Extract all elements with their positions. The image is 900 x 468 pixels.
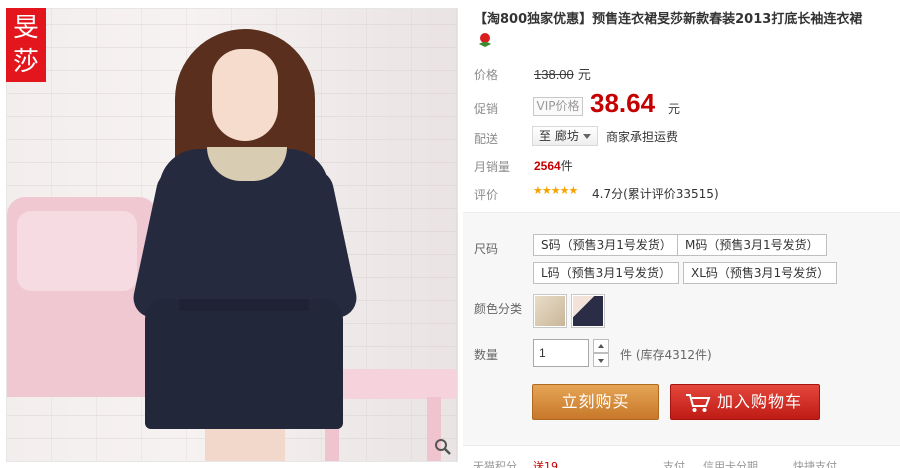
- size-option-s[interactable]: S码（预售3月1号发货）: [533, 234, 680, 256]
- buy-now-button[interactable]: 立刻购买: [532, 384, 659, 420]
- rating-summary-link[interactable]: 4.7分(累计评价33515): [592, 185, 719, 202]
- vip-price-tag: VIP价格: [533, 97, 583, 116]
- add-to-cart-button[interactable]: 加入购物车: [670, 384, 820, 420]
- review-label: 评价: [474, 188, 499, 202]
- size-option-xl[interactable]: XL码（预售3月1号发货）: [683, 262, 838, 284]
- shipping-note: 商家承担运费: [606, 130, 679, 144]
- product-image[interactable]: [6, 8, 458, 462]
- price-label: 价格: [474, 68, 499, 82]
- size-label: 尺码: [474, 242, 499, 256]
- model-dress: [145, 149, 343, 429]
- service-info-strip: 天猫积分 送19 支付 信用卡分期 快捷支付: [473, 460, 837, 468]
- color-label: 颜色分类: [474, 302, 523, 316]
- rose-icon: [479, 33, 491, 47]
- color-swatch-navy[interactable]: [571, 294, 605, 328]
- star-rating-icon: ★★★★★: [533, 184, 578, 197]
- brand-logo: 旻莎: [6, 8, 46, 82]
- monthly-sales-label: 月销量: [474, 160, 511, 174]
- quantity-decrease-button[interactable]: [593, 353, 609, 367]
- size-option-l[interactable]: L码（预售3月1号发货）: [533, 262, 679, 284]
- sale-price: 38.64: [590, 88, 656, 118]
- chevron-down-icon: [583, 134, 591, 139]
- model-face: [212, 49, 278, 141]
- color-swatch-beige[interactable]: [533, 294, 567, 328]
- size-option-m[interactable]: M码（预售3月1号发货）: [677, 234, 827, 256]
- monthly-sales-count: 2564件: [534, 159, 573, 173]
- cart-icon: [686, 394, 711, 412]
- quantity-label: 数量: [474, 348, 499, 362]
- shipping-destination-select[interactable]: 至 廊坊: [532, 126, 598, 146]
- arrow-up-icon: [598, 344, 604, 348]
- shipping-label: 配送: [474, 132, 499, 146]
- arrow-down-icon: [598, 359, 604, 363]
- product-title: 【淘800独家优惠】预售连衣裙旻莎新款春装2013打底长袖连衣裙: [474, 12, 863, 27]
- quantity-increase-button[interactable]: [593, 339, 609, 353]
- original-price: 138.00 元: [534, 67, 591, 83]
- quantity-input[interactable]: 1: [533, 339, 589, 367]
- sale-price-unit: 元: [668, 102, 681, 116]
- stock-info: 件 (库存4312件): [620, 348, 712, 362]
- promo-label: 促销: [474, 102, 499, 116]
- zoom-icon[interactable]: [434, 438, 452, 456]
